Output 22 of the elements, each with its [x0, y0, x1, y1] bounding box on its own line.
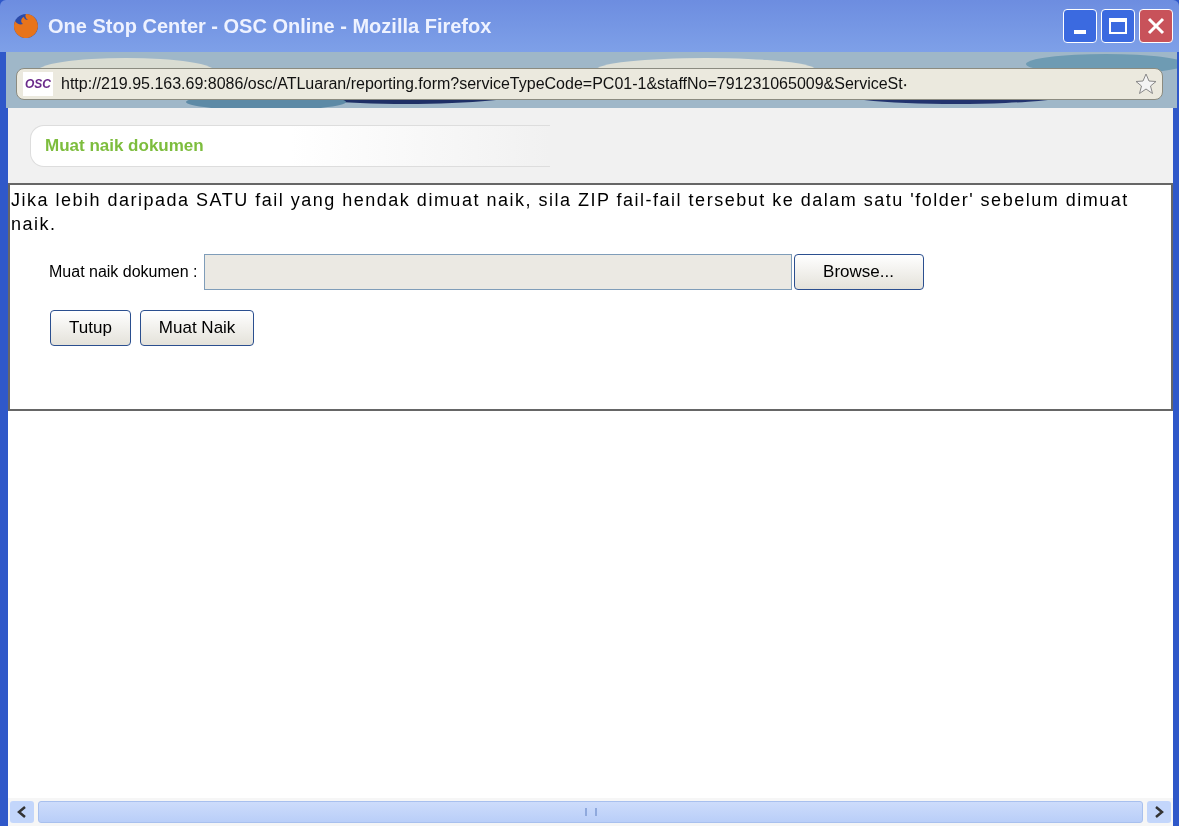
file-path-field[interactable]: [203, 254, 792, 290]
browse-button[interactable]: Browse...: [793, 254, 924, 290]
window-title: One Stop Center - OSC Online - Mozilla Firefox: [48, 14, 493, 39]
scrollbar-thumb[interactable]: [38, 801, 1143, 823]
chevron-right-icon: [1154, 806, 1164, 818]
close-icon: [1146, 16, 1166, 36]
close-button[interactable]: [1139, 9, 1173, 43]
maximize-button[interactable]: [1101, 9, 1135, 43]
address-bar[interactable]: OSC http://219.95.163.69:8086/osc/ATLuaran/reporting.form?serviceTypeCode=PC01-1&staffNo=791231065009&ServiceSt‧: [16, 68, 1163, 100]
panel-heading: Muat naik dokumen: [45, 134, 204, 157]
bookmark-star-icon[interactable]: [1134, 72, 1158, 96]
notice-text: Jika lebih daripada SATU fail yang hendak dimuat naik, sila ZIP fail-fail tersebut ke dalam satu 'folder' sebelum dimuat naik.: [10, 189, 1130, 236]
site-icon: OSC: [23, 72, 53, 96]
minimize-button[interactable]: [1063, 9, 1097, 43]
form-button[interactable]: Muat Naik: [139, 310, 255, 346]
scroll-right-button[interactable]: [1147, 801, 1171, 823]
scroll-left-button[interactable]: [10, 801, 34, 823]
form-button[interactable]: Tutup: [50, 310, 131, 346]
firefox-icon: [12, 12, 40, 40]
upload-label: Muat naik dokumen :: [49, 262, 198, 282]
url-text: http://219.95.163.69:8086/osc/ATLuaran/reporting.form?serviceTypeCode=PC01-1&staffNo=791231065009&ServiceSt‧: [61, 74, 908, 94]
chevron-left-icon: [17, 806, 27, 818]
